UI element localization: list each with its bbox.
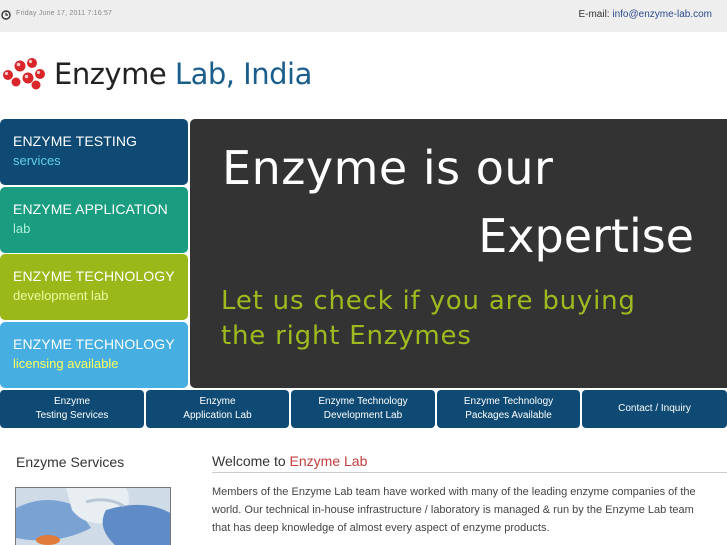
nav-development-lab[interactable]: Enzyme Technology Development Lab: [291, 390, 435, 428]
hero-tagline-line1: Let us check if you are buying: [221, 286, 636, 316]
sidebar-item-title: ENZYME TESTING: [13, 133, 138, 149]
nav-testing-services[interactable]: Enzyme Testing Services: [0, 390, 144, 428]
sidebar-item-testing-services[interactable]: ENZYME TESTING services: [0, 119, 188, 185]
sidebar-item-licensing[interactable]: ENZYME TECHNOLOGY licensing available: [0, 322, 188, 388]
sidebar-item-title: ENZYME TECHNOLOGY: [13, 268, 175, 284]
hero-tagline-line2: the right Enzymes: [221, 321, 472, 351]
welcome-heading: Welcome to Enzyme Lab: [212, 453, 727, 469]
welcome-accent: Enzyme Lab: [289, 453, 368, 469]
sidebar-item-subtitle: services: [13, 153, 61, 168]
hero-headline-line2: Expertise: [478, 209, 694, 263]
welcome-prefix: Welcome to: [212, 453, 290, 469]
intro-paragraph: Members of the Enzyme Lab team have work…: [212, 486, 696, 534]
email-label: E-mail:: [578, 9, 610, 20]
nav-label-line2: Packages Available: [465, 410, 552, 421]
nav-label-line1: Enzyme Technology: [318, 396, 408, 407]
sidebar-item-application-lab[interactable]: ENZYME APPLICATION lab: [0, 187, 188, 253]
nav-packages-available[interactable]: Enzyme Technology Packages Available: [437, 390, 580, 428]
nav-application-lab[interactable]: Enzyme Application Lab: [146, 390, 289, 428]
contact-email: E-mail: info@enzyme-lab.com: [578, 9, 712, 20]
sidebar-item-title: ENZYME APPLICATION: [13, 201, 168, 217]
hero-headline-line1: Enzyme is our: [222, 141, 554, 195]
logo-word-enzyme: Enzyme: [54, 57, 175, 91]
logo-word-lab-india: Lab, India: [174, 57, 312, 91]
lab-gloves-image: [16, 488, 170, 545]
nav-label-line1: Enzyme: [53, 396, 91, 407]
heading-divider: [212, 472, 727, 473]
top-bar: Friday June 17, 2011 7:16:57 E-mail: inf…: [0, 0, 727, 32]
enzyme-molecule-icon: [3, 58, 45, 90]
nav-label-line1: Contact / Inquiry: [618, 403, 691, 414]
sidebar-item-subtitle: lab: [13, 221, 31, 236]
current-date: Friday June 17, 2011 7:16:57: [16, 10, 113, 17]
sidebar-item-subtitle: licensing available: [13, 356, 119, 371]
sidebar-item-development-lab[interactable]: ENZYME TECHNOLOGY development lab: [0, 254, 188, 320]
sidebar-item-title: ENZYME TECHNOLOGY: [13, 336, 175, 352]
nav-label-line2: Development Lab: [323, 410, 403, 421]
site-logo[interactable]: Enzyme Lab, India: [0, 50, 312, 98]
nav-label-line2: Testing Services: [35, 410, 109, 421]
nav-contact-inquiry[interactable]: Contact / Inquiry: [582, 390, 727, 428]
nav-label-line1: Enzyme Technology: [463, 396, 554, 407]
logo-text: Enzyme Lab, India: [54, 57, 312, 91]
sidebar-item-subtitle: development lab: [13, 288, 109, 303]
services-heading: Enzyme Services: [16, 454, 125, 470]
services-photo: [15, 487, 171, 545]
clock-icon: [1, 10, 11, 20]
email-link[interactable]: info@enzyme-lab.com: [612, 9, 712, 20]
hero-banner: Enzyme is our Expertise Let us check if …: [190, 119, 727, 388]
nav-label-line1: Enzyme: [199, 396, 236, 407]
nav-label-line2: Application Lab: [183, 410, 252, 421]
